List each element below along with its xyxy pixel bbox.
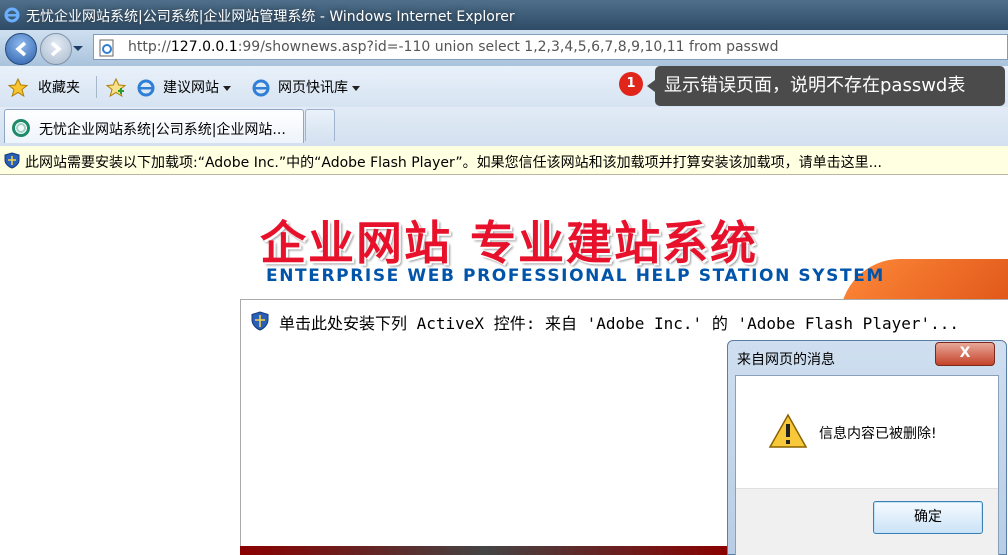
favorites-star-icon xyxy=(8,78,28,98)
tab-row: 无忧企业网站系统|公司系统|企业网站... xyxy=(0,107,1008,146)
tab-label: 无忧企业网站系统|公司系统|企业网站... xyxy=(39,122,286,138)
shield-icon xyxy=(4,152,20,169)
window-titlebar: 无忧企业网站系统|公司系统|企业网站管理系统 - Windows Interne… xyxy=(0,0,1008,30)
ie-logo-icon xyxy=(4,7,20,23)
address-bar[interactable]: http://127.0.0.1:99/shownews.asp?id=-110… xyxy=(93,34,1008,60)
loading-icon xyxy=(12,119,30,137)
dialog-message: 信息内容已被删除! xyxy=(819,426,937,442)
activex-install-text: 单击此处安装下列 ActiveX 控件: 来自 'Adobe Inc.' 的 '… xyxy=(279,314,960,333)
banner-title: 企业网站 专业建站系统 xyxy=(260,216,759,270)
navigation-bar: http://127.0.0.1:99/shownews.asp?id=-110… xyxy=(0,30,1008,66)
forward-arrow-icon xyxy=(50,41,62,57)
banner-subtitle: ENTERPRISE WEB PROFESSIONAL HELP STATION… xyxy=(266,266,885,286)
favorites-button[interactable]: 收藏夹 xyxy=(38,77,80,97)
dialog-close-button[interactable]: X xyxy=(935,342,995,366)
page-icon xyxy=(99,39,114,57)
tab-current[interactable]: 无忧企业网站系统|公司系统|企业网站... xyxy=(4,109,304,143)
ie-page-icon xyxy=(252,79,270,97)
suggested-sites-button[interactable]: 建议网站 xyxy=(163,77,231,97)
chevron-down-icon xyxy=(223,85,231,91)
dialog-body: 信息内容已被删除! 确定 xyxy=(735,375,999,555)
page-footer-strip xyxy=(240,546,730,555)
new-tab-button[interactable] xyxy=(305,109,335,141)
chevron-down-icon xyxy=(352,85,360,91)
back-button[interactable] xyxy=(5,33,37,65)
url-text[interactable]: http://127.0.0.1:99/shownews.asp?id=-110… xyxy=(128,39,778,55)
information-bar-text: 此网站需要安装以下加载项:“Adobe Inc.”中的“Adobe Flash … xyxy=(25,155,882,171)
ok-button[interactable]: 确定 xyxy=(873,501,983,534)
window-title: 无忧企业网站系统|公司系统|企业网站管理系统 - Windows Interne… xyxy=(26,9,515,25)
warning-icon xyxy=(768,413,808,448)
forward-button[interactable] xyxy=(40,33,72,65)
add-favorites-icon[interactable] xyxy=(106,78,126,98)
annotation-callout: 显示错误页面，说明不存在passwd表 xyxy=(647,66,1005,106)
alert-dialog: 来自网页的消息 X 信息内容已被删除! 确定 xyxy=(727,340,1007,555)
recent-pages-dropdown[interactable] xyxy=(73,46,83,51)
ie-page-icon xyxy=(137,79,155,97)
site-banner: 企业网站 专业建站系统 ENTERPRISE WEB PROFESSIONAL … xyxy=(240,199,1008,299)
favorites-separator xyxy=(96,76,97,98)
back-arrow-icon xyxy=(15,41,27,57)
web-slice-gallery-button[interactable]: 网页快讯库 xyxy=(278,77,360,97)
annotation-badge: 1 xyxy=(619,72,643,96)
shield-icon xyxy=(251,311,269,331)
information-bar[interactable]: 此网站需要安装以下加载项:“Adobe Inc.”中的“Adobe Flash … xyxy=(0,146,1008,175)
dialog-title: 来自网页的消息 xyxy=(737,352,835,368)
